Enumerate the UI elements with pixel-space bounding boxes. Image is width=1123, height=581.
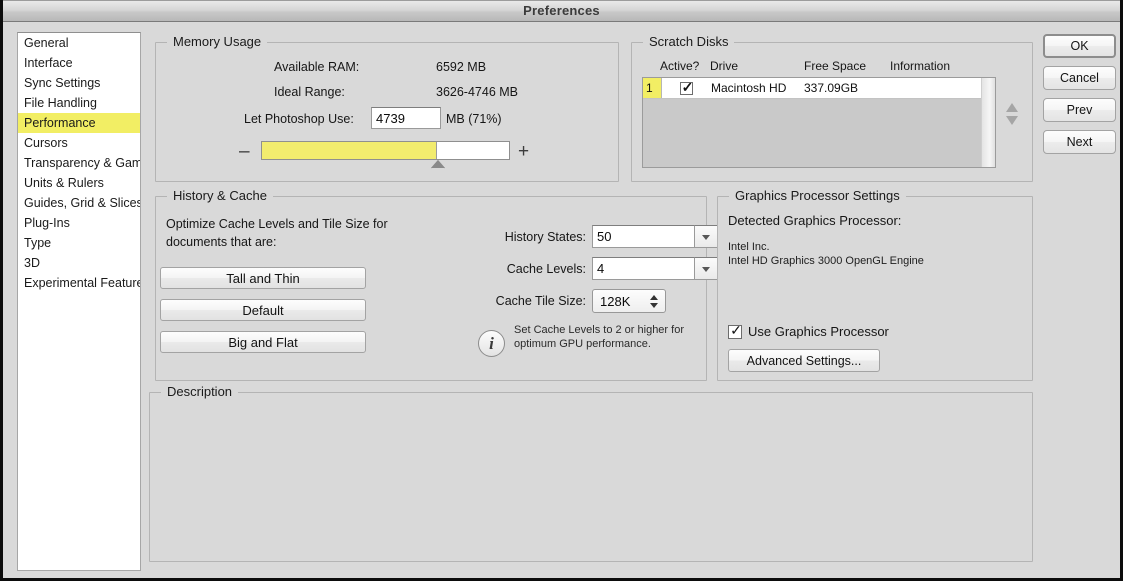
- let-photoshop-use-input[interactable]: [371, 107, 441, 129]
- graphics-processor-settings-group: Graphics Processor Settings Detected Gra…: [717, 188, 1033, 381]
- description-group: Description: [149, 384, 1033, 562]
- preferences-dialog: Preferences General Interface Sync Setting…: [0, 0, 1123, 581]
- table-row[interactable]: 1 Macintosh HD 337.09GB: [643, 78, 995, 99]
- sidebar-item-file-handling[interactable]: File Handling: [18, 93, 140, 113]
- move-up-arrow-icon[interactable]: [1006, 103, 1018, 112]
- ok-button[interactable]: OK: [1043, 34, 1116, 58]
- available-ram-label: Available RAM:: [274, 60, 360, 74]
- tall-and-thin-button[interactable]: Tall and Thin: [160, 267, 366, 289]
- sidebar-item-3d[interactable]: 3D: [18, 253, 140, 273]
- history-states-value[interactable]: 50: [592, 225, 694, 248]
- graphics-processor-legend: Graphics Processor Settings: [729, 188, 906, 203]
- chevron-down-icon[interactable]: [694, 225, 718, 248]
- column-header-active: Active?: [660, 59, 700, 73]
- info-icon: i: [478, 330, 505, 357]
- history-states-label: History States:: [504, 230, 586, 244]
- scratch-disks-scrollbar[interactable]: [981, 78, 995, 167]
- gpu-vendor-text: Intel Inc.: [728, 241, 770, 253]
- sidebar-item-type[interactable]: Type: [18, 233, 140, 253]
- scratch-disks-reorder-controls[interactable]: [1004, 103, 1020, 129]
- checkmark-icon[interactable]: [680, 79, 694, 96]
- cache-levels-label: Cache Levels:: [506, 262, 586, 276]
- ideal-range-label: Ideal Range:: [274, 85, 345, 99]
- sidebar-item-sync-settings[interactable]: Sync Settings: [18, 73, 140, 93]
- checkmark-icon[interactable]: [728, 322, 743, 339]
- history-states-combobox[interactable]: 50: [592, 225, 718, 248]
- gpu-model-text: Intel HD Graphics 3000 OpenGL Engine: [728, 255, 924, 267]
- memory-usage-group: Memory Usage Available RAM: 6592 MB Idea…: [155, 34, 619, 182]
- memory-unit-percent-label: MB (71%): [446, 112, 502, 126]
- chevron-down-icon[interactable]: [694, 257, 718, 280]
- memory-slider-fill: [262, 142, 438, 159]
- move-down-arrow-icon[interactable]: [1006, 116, 1018, 125]
- sidebar-item-general[interactable]: General: [18, 33, 140, 53]
- memory-slider-track[interactable]: [261, 141, 510, 160]
- sidebar-item-transparency-gamut[interactable]: Transparency & Gamut: [18, 153, 140, 173]
- history-and-cache-group: History & Cache Optimize Cache Levels an…: [155, 188, 718, 381]
- sidebar-item-interface[interactable]: Interface: [18, 53, 140, 73]
- big-and-flat-button[interactable]: Big and Flat: [160, 331, 366, 353]
- sidebar-item-guides-grid-slices[interactable]: Guides, Grid & Slices: [18, 193, 140, 213]
- description-legend: Description: [161, 384, 239, 399]
- cache-tile-size-popup[interactable]: 128K: [592, 289, 666, 313]
- row-index: 1: [643, 78, 662, 98]
- history-and-cache-legend: History & Cache: [167, 188, 273, 203]
- scratch-disk-active-checkbox[interactable]: [662, 79, 711, 96]
- column-header-information: Information: [890, 59, 951, 73]
- advanced-settings-button[interactable]: Advanced Settings...: [728, 349, 880, 372]
- scratch-disk-drive: Macintosh HD: [711, 81, 787, 95]
- sidebar-item-plug-ins[interactable]: Plug-Ins: [18, 213, 140, 233]
- available-ram-value: 6592 MB: [436, 60, 487, 74]
- cache-levels-combobox[interactable]: 4: [592, 257, 718, 280]
- default-preset-button[interactable]: Default: [160, 299, 366, 321]
- use-graphics-processor-checkbox[interactable]: Use Graphics Processor: [728, 322, 889, 339]
- scratch-disk-free-space: 337.09GB: [804, 81, 859, 95]
- optimize-cache-description: Optimize Cache Levels and Tile Size for …: [166, 217, 388, 249]
- detected-graphics-processor-label: Detected Graphics Processor:: [728, 213, 902, 228]
- window-title: Preferences: [523, 3, 600, 18]
- sidebar-item-units-rulers[interactable]: Units & Rulers: [18, 173, 140, 193]
- cache-tile-size-label: Cache Tile Size:: [495, 294, 586, 308]
- ideal-range-value: 3626-4746 MB: [436, 85, 519, 99]
- prev-button[interactable]: Prev: [1043, 98, 1116, 122]
- sidebar-item-cursors[interactable]: Cursors: [18, 133, 140, 153]
- cache-levels-hint-text: Set Cache Levels to 2 or higher for opti…: [514, 324, 684, 350]
- scratch-disks-table[interactable]: 1 Macintosh HD 337.09GB: [642, 77, 996, 168]
- memory-usage-legend: Memory Usage: [167, 34, 268, 49]
- let-photoshop-use-label: Let Photoshop Use:: [244, 112, 354, 126]
- use-graphics-processor-label: Use Graphics Processor: [748, 324, 889, 339]
- scratch-disks-group: Scratch Disks Active? Drive Free Space I…: [631, 34, 1033, 182]
- sidebar-item-experimental-features[interactable]: Experimental Features: [18, 273, 140, 293]
- stepper-arrows-icon[interactable]: [647, 290, 665, 312]
- window-titlebar: Preferences: [3, 0, 1120, 22]
- cache-levels-value[interactable]: 4: [592, 257, 694, 280]
- cache-tile-size-value: 128K: [600, 293, 631, 309]
- preferences-category-list[interactable]: General Interface Sync Settings File Handli…: [17, 32, 141, 571]
- column-header-free-space: Free Space: [804, 59, 867, 73]
- memory-slider-decrease-icon[interactable]: –: [239, 142, 250, 161]
- cancel-button[interactable]: Cancel: [1043, 66, 1116, 90]
- memory-slider-increase-icon[interactable]: +: [518, 142, 529, 161]
- memory-slider-thumb[interactable]: [430, 160, 445, 169]
- sidebar-item-performance[interactable]: Performance: [18, 113, 140, 133]
- next-button[interactable]: Next: [1043, 130, 1116, 154]
- column-header-drive: Drive: [710, 59, 739, 73]
- scratch-disks-legend: Scratch Disks: [643, 34, 735, 49]
